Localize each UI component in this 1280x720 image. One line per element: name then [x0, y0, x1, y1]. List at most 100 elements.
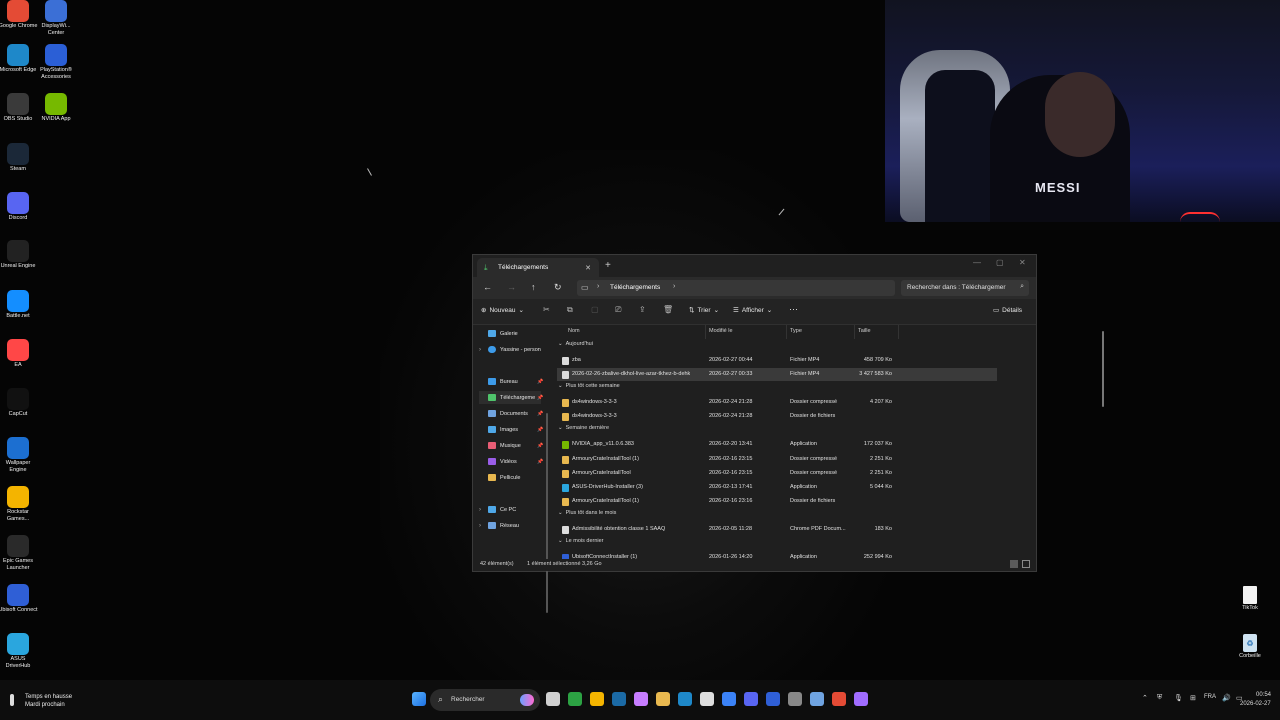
- copilot-icon[interactable]: [634, 692, 648, 706]
- column-header-size[interactable]: Taille: [858, 328, 871, 334]
- group-header[interactable]: ⌄ Plus tôt dans le mois: [558, 510, 616, 516]
- desktop-icon[interactable]: DisplayWi... Center: [36, 0, 76, 37]
- game-controller-icon[interactable]: [854, 692, 868, 706]
- minimize-button[interactable]: —: [973, 258, 981, 267]
- desktop-icon[interactable]: Wallpaper Engine: [0, 437, 38, 474]
- file-row[interactable]: ArmouryCrateInstallTool (1) 2026-02-16 23…: [557, 495, 997, 508]
- column-divider[interactable]: [705, 325, 706, 339]
- nav-item-quick[interactable]: Documents 📌: [479, 407, 543, 420]
- file-explorer-icon[interactable]: [656, 692, 670, 706]
- new-button[interactable]: ⊕ Nouveau ⌄: [481, 306, 524, 315]
- ubisoft-icon[interactable]: [766, 692, 780, 706]
- desktop-icon[interactable]: Microsoft Edge: [0, 44, 38, 74]
- breadcrumb[interactable]: Téléchargements: [610, 284, 660, 291]
- file-row[interactable]: ArmouryCrateInstallTool 2026-02-16 23:15 D…: [557, 467, 997, 480]
- column-header-name[interactable]: Nom: [568, 328, 580, 334]
- share-icon[interactable]: ⇪: [639, 305, 646, 314]
- file-row[interactable]: ArmouryCrateInstallTool (1) 2026-02-16 23…: [557, 453, 997, 466]
- clock-time[interactable]: 00:54: [1256, 692, 1271, 698]
- tiles-view-toggle[interactable]: [1022, 560, 1030, 568]
- delete-icon[interactable]: 🗑: [663, 305, 673, 314]
- file-row[interactable]: zba 2026-02-27 00:44 Fichier MP4 458 709 Ko: [557, 354, 997, 367]
- group-header[interactable]: ⌄ Le mois dernier: [558, 538, 604, 544]
- maximize-button[interactable]: ▢: [996, 258, 1004, 267]
- cut-icon[interactable]: ✂: [543, 305, 550, 314]
- group-header[interactable]: ⌄ Semaine dernière: [558, 425, 609, 431]
- task-view-icon[interactable]: [546, 692, 560, 706]
- language-indicator[interactable]: FRA: [1204, 694, 1216, 700]
- desktop-icon[interactable]: Ubisoft Connect: [0, 584, 38, 614]
- security-icon[interactable]: ⛨: [1157, 694, 1162, 702]
- nav-item-onedrive[interactable]: › Yassine - person: [479, 343, 541, 356]
- chevron-up-icon[interactable]: ⌃: [1142, 694, 1148, 702]
- desktop-icon[interactable]: Discord: [0, 192, 38, 222]
- desktop-icon[interactable]: PlayStation® Accessories: [36, 44, 76, 81]
- column-header-type[interactable]: Type: [790, 328, 802, 334]
- search-box[interactable]: Rechercher dans : Téléchargemer ⌕: [901, 280, 1029, 296]
- desktop-icon[interactable]: ASUS DriverHub: [0, 633, 38, 670]
- file-row[interactable]: ds4windows-3-3-3 2026-02-24 21:28 Dossier …: [557, 410, 997, 423]
- title-bar[interactable]: ⤓ Téléchargements ✕ + — ▢ ✕: [473, 255, 1036, 277]
- store-icon[interactable]: [700, 692, 714, 706]
- column-header-modified[interactable]: Modifié le: [709, 328, 733, 334]
- group-header[interactable]: ⌄ Aujourd'hui: [558, 341, 593, 347]
- nav-item-quick[interactable]: Vidéos 📌: [479, 455, 543, 468]
- desktop-icon[interactable]: Epic Games Launcher: [0, 535, 38, 572]
- details-button[interactable]: ▭ Détails: [993, 306, 1022, 315]
- edge-icon[interactable]: [678, 692, 692, 706]
- volume-icon[interactable]: 🔊: [1222, 694, 1231, 702]
- nav-item-quick[interactable]: Pellicule: [479, 471, 541, 484]
- displaywidget-icon[interactable]: [810, 692, 824, 706]
- clock-date[interactable]: 2026-02-27: [1240, 701, 1271, 707]
- game-bar-icon[interactable]: ⊞: [1190, 694, 1196, 702]
- weather-widget[interactable]: Temps en hausse Mardi prochain: [8, 693, 72, 709]
- copy-icon[interactable]: ⧉: [567, 305, 573, 315]
- nav-item-quick[interactable]: Images 📌: [479, 423, 543, 436]
- desktop-icon[interactable]: CapCut: [0, 388, 38, 418]
- file-row[interactable]: NVIDIA_app_v11.0.6.383 2026-02-20 13:41 Ap…: [557, 438, 997, 451]
- chrome-icon[interactable]: [832, 692, 846, 706]
- start-button[interactable]: [412, 692, 426, 706]
- xbox-icon[interactable]: [568, 692, 582, 706]
- desktop-icon[interactable]: EA: [0, 339, 38, 369]
- close-window-button[interactable]: ✕: [1019, 258, 1026, 267]
- file-explorer-window[interactable]: ⤓ Téléchargements ✕ + — ▢ ✕ ← → ↑ ↻ ▭ › …: [472, 254, 1104, 613]
- chevron-right-icon[interactable]: ›: [479, 507, 488, 513]
- nav-item-quick[interactable]: Bureau 📌: [479, 375, 543, 388]
- file-row[interactable]: ASUS-DriverHub-Installer (3) 2026-02-13 1…: [557, 481, 997, 494]
- taskbar-search[interactable]: ⌕ Rechercher: [430, 689, 540, 711]
- nav-item-galerie[interactable]: Galerie: [479, 327, 518, 340]
- new-tab-button[interactable]: +: [605, 260, 611, 271]
- chevron-right-icon[interactable]: ›: [479, 347, 488, 353]
- file-row[interactable]: Admissibilité obtention classe 1 SAAQ 202…: [557, 523, 997, 536]
- nav-scrollbar[interactable]: [546, 413, 548, 613]
- file-row[interactable]: 2026-02-26-zbalive-dkhol-live-azar-tkhez…: [557, 368, 997, 382]
- desktop-icon[interactable]: Rockstar Games...: [0, 486, 38, 523]
- rename-icon[interactable]: ⎚: [615, 305, 621, 315]
- sort-button[interactable]: ⇅ Trier ⌄: [689, 306, 719, 315]
- paste-icon[interactable]: ▢: [591, 305, 599, 314]
- address-bar[interactable]: ▭ › Téléchargements ›: [577, 280, 895, 296]
- desktop-icon-tiktok[interactable]: TikTok: [1230, 586, 1270, 612]
- column-divider[interactable]: [786, 325, 787, 339]
- column-divider[interactable]: [854, 325, 855, 339]
- obs-icon[interactable]: [788, 692, 802, 706]
- desktop-icon[interactable]: Google Chrome: [0, 0, 38, 30]
- nav-item-quick[interactable]: Musique 📌: [479, 439, 543, 452]
- column-divider[interactable]: [898, 325, 899, 339]
- microphone-icon[interactable]: 🎙: [1174, 694, 1183, 702]
- desktop-icon[interactable]: Unreal Engine: [0, 240, 38, 270]
- desktop-icon[interactable]: NVIDIA App: [36, 93, 76, 123]
- discord-icon[interactable]: [744, 692, 758, 706]
- file-row[interactable]: ds4windows-3-3-3 2026-02-24 21:28 Dossier …: [557, 396, 997, 409]
- back-button[interactable]: ←: [483, 282, 492, 292]
- more-options-button[interactable]: ···: [789, 304, 798, 314]
- view-button[interactable]: ☰ Afficher ⌄: [733, 306, 772, 315]
- nav-item-quick[interactable]: Téléchargeme 📌: [479, 391, 543, 404]
- desktop-icon[interactable]: Battle.net: [0, 290, 38, 320]
- close-tab-icon[interactable]: ✕: [585, 264, 591, 272]
- refresh-button[interactable]: ↻: [554, 282, 562, 293]
- nav-item-reseau[interactable]: › Réseau: [479, 519, 519, 532]
- steam-icon[interactable]: [612, 692, 626, 706]
- up-button[interactable]: ↑: [531, 282, 536, 292]
